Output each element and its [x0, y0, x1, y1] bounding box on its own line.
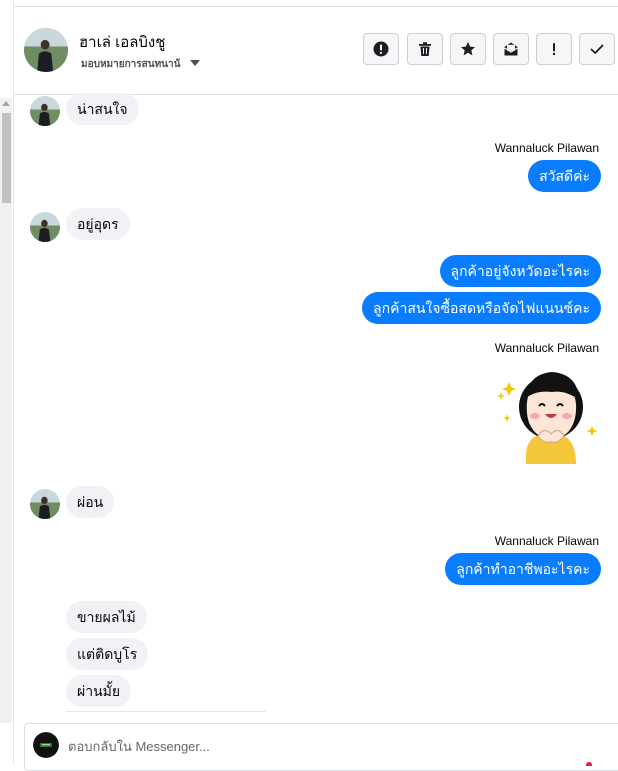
envelope-open-icon	[504, 42, 518, 56]
outgoing-message[interactable]: ลูกค้าทำอาชีพอะไรคะ	[445, 553, 601, 585]
priority-button[interactable]	[536, 33, 572, 65]
trash-icon	[419, 42, 431, 56]
sender-name: Wannaluck Pilawan	[494, 141, 599, 155]
incoming-message[interactable]: อยู่อุดร	[66, 208, 130, 240]
mark-unread-button[interactable]	[493, 33, 529, 65]
contact-name[interactable]: ฮาเล่ เอลบิงชู	[79, 30, 165, 54]
incoming-message[interactable]: น่าสนใจ	[66, 93, 139, 125]
outgoing-message[interactable]: ลูกค้าสนใจซื้อสดหรือจัดไฟแนนซ์คะ	[362, 292, 601, 324]
incoming-message[interactable]: ผ่อน	[66, 486, 115, 518]
check-icon	[590, 44, 604, 54]
assign-conversation-label[interactable]: มอบหมายการสนทนาน้	[81, 57, 180, 72]
exclamation-icon	[552, 43, 556, 56]
incoming-message[interactable]: แต่ติดบูโร	[66, 638, 149, 670]
contact-avatar-small	[30, 96, 60, 126]
reply-input[interactable]	[68, 735, 468, 757]
conversation-header: ฮาเล่ เอลบิงชู มอบหมายการสนทนาน้	[14, 7, 618, 95]
scrollbar-thumb[interactable]	[2, 113, 11, 203]
incoming-message[interactable]: ผ่านมั้ย	[66, 675, 132, 707]
sticker-message[interactable]	[494, 362, 600, 464]
contact-avatar[interactable]	[24, 28, 68, 72]
star-icon	[461, 42, 475, 56]
sender-name: Wannaluck Pilawan	[494, 341, 599, 355]
done-button[interactable]	[579, 33, 615, 65]
page-avatar	[33, 732, 59, 758]
contact-avatar-small	[30, 489, 60, 519]
spam-button[interactable]	[363, 33, 399, 65]
star-button[interactable]	[450, 33, 486, 65]
contact-avatar-small	[30, 212, 60, 242]
scroll-up-arrow-icon[interactable]	[2, 101, 10, 106]
exclamation-circle-icon	[373, 41, 389, 57]
reply-composer	[24, 723, 618, 771]
outgoing-message[interactable]: สวัสดีค่ะ	[528, 160, 601, 192]
incoming-message[interactable]: ขายผลไม้	[66, 601, 147, 633]
outgoing-message[interactable]: ลูกค้าอยู่จังหวัดอะไรคะ	[439, 255, 601, 287]
delete-button[interactable]	[407, 33, 443, 65]
sender-name: Wannaluck Pilawan	[494, 534, 599, 548]
message-group-divider	[66, 711, 266, 712]
chevron-down-icon[interactable]	[190, 60, 200, 66]
notification-indicator	[586, 762, 592, 766]
